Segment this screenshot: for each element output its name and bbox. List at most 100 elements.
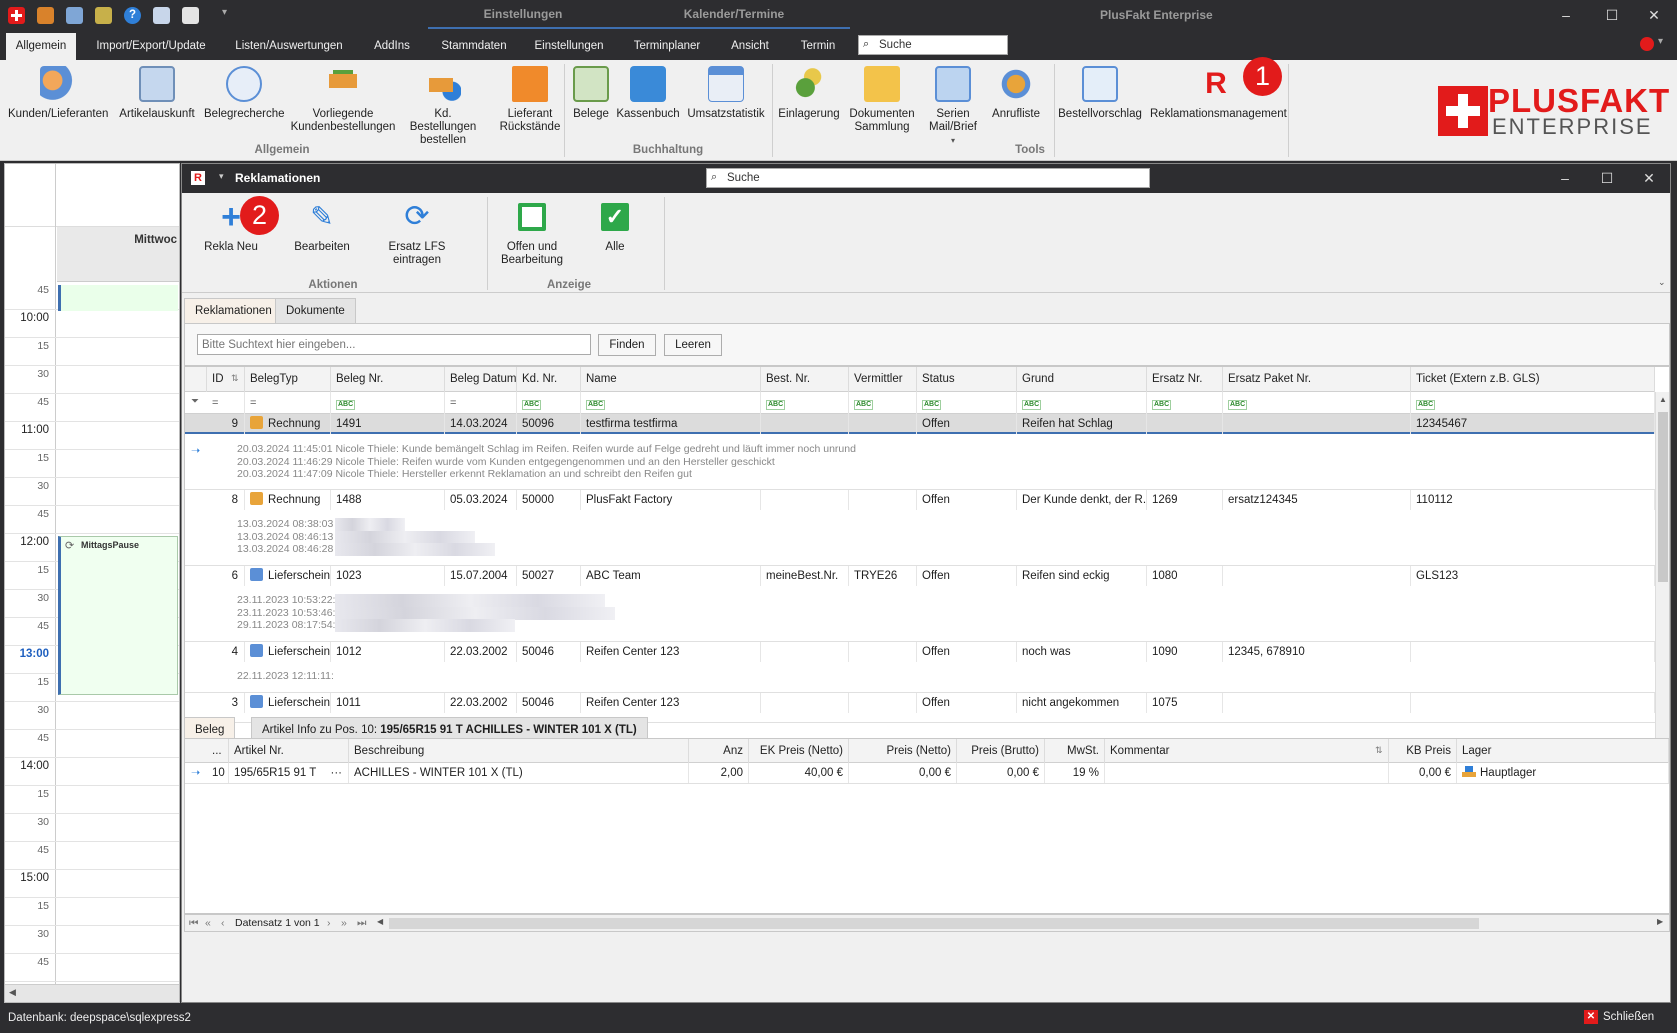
tab-listen[interactable]: Listen/Auswertungen: [226, 33, 352, 60]
filter-cell-ersatz[interactable]: ABC: [1147, 392, 1223, 414]
pos-column-header-mwst[interactable]: MwSt.: [1045, 739, 1105, 763]
positions-row[interactable]: ➝ 10 195/65R15 91 T ··· ACHILLES - WINTER 10…: [185, 763, 1669, 784]
cell-ersatz[interactable]: 1080: [1147, 566, 1223, 586]
sort-icon[interactable]: ⇅: [231, 373, 239, 384]
tab-termin[interactable]: Termin: [790, 33, 846, 60]
cell-grund[interactable]: nicht angekommen: [1017, 693, 1147, 713]
scroll-left-icon[interactable]: ◀: [9, 987, 16, 998]
pos-cell-artikel[interactable]: 195/65R15 91 T ···: [229, 763, 349, 783]
quick-chat-icon[interactable]: [95, 7, 112, 24]
calendar-slot[interactable]: 45: [5, 730, 179, 758]
column-header-best[interactable]: Best. Nr.: [761, 367, 849, 392]
pos-column-header-beschreibung[interactable]: Beschreibung: [349, 739, 689, 763]
calendar-slot[interactable]: 30: [5, 702, 179, 730]
cell-name[interactable]: PlusFakt Factory: [581, 490, 761, 510]
rekla-menu-dropdown-icon[interactable]: ▾: [219, 171, 224, 182]
cell-datum[interactable]: 15.07.2004: [445, 566, 517, 586]
row-main[interactable]: 9 Rechnung 1491 14.03.2024 50096 testfirma te…: [185, 414, 1655, 434]
column-header-id[interactable]: ID: [207, 367, 245, 392]
tab-allgemein[interactable]: Allgemein: [6, 33, 76, 60]
calendar-slot[interactable]: 45: [5, 394, 179, 422]
column-header-ticket[interactable]: Ticket (Extern z.B. GLS): [1411, 367, 1655, 392]
cell-id[interactable]: 4: [207, 642, 245, 662]
cell-ticket[interactable]: 110112: [1411, 490, 1655, 510]
pos-cell-anz[interactable]: 2,00: [689, 763, 749, 783]
filter-cell-kd[interactable]: ABC: [517, 392, 581, 414]
belege-button[interactable]: Belege: [570, 66, 612, 121]
filter-cell-typ[interactable]: =: [245, 392, 331, 414]
pos-column-header-pos[interactable]: ...: [207, 739, 229, 763]
tab-addins[interactable]: AddIns: [360, 33, 424, 60]
cell-kd[interactable]: 50027: [517, 566, 581, 586]
pos-cell-pos[interactable]: 10: [207, 763, 229, 783]
quick-calendar-icon[interactable]: [182, 7, 199, 24]
pos-column-header-ek[interactable]: EK Preis (Netto): [749, 739, 849, 763]
cell-status[interactable]: Offen: [917, 693, 1017, 713]
ribbon-search[interactable]: ⌕ Suche: [858, 35, 1008, 55]
cell-paket[interactable]: ersatz124345: [1223, 490, 1411, 510]
row-main[interactable]: 8 Rechnung 1488 05.03.2024 50000 PlusFakt Fac…: [185, 490, 1655, 510]
cell-nr[interactable]: 1488: [331, 490, 445, 510]
calendar-slot[interactable]: 45: [5, 954, 179, 982]
calendar-appointment[interactable]: ⟳ MittagsPause: [58, 536, 178, 695]
pos-cell-beschreibung[interactable]: ACHILLES - WINTER 101 X (TL): [349, 763, 689, 783]
pos-column-header-kommentar[interactable]: Kommentar: [1105, 739, 1389, 763]
cell-grund[interactable]: Der Kunde denkt, der R...: [1017, 490, 1147, 510]
calendar-hscrollbar[interactable]: ◀: [5, 984, 179, 1002]
cell-ticket[interactable]: GLS123: [1411, 566, 1655, 586]
filter-funnel-icon[interactable]: ⏷: [191, 396, 199, 407]
filter-cell-paket[interactable]: ABC: [1223, 392, 1411, 414]
pos-column-header-anz[interactable]: Anz: [689, 739, 749, 763]
filter-cell-status[interactable]: ABC: [917, 392, 1017, 414]
quick-flag-icon[interactable]: [153, 7, 170, 24]
pos-cell-mwst[interactable]: 19 %: [1045, 763, 1105, 783]
pos-cell-kb[interactable]: 0,00 €: [1389, 763, 1457, 783]
rekla-minimize-button[interactable]: –: [1542, 164, 1588, 193]
column-header-grund[interactable]: Grund: [1017, 367, 1147, 392]
calendar-slot[interactable]: 30: [5, 814, 179, 842]
rekla-maximize-button[interactable]: ☐: [1584, 164, 1630, 193]
subtab-reklamationen[interactable]: Reklamationen: [184, 298, 283, 323]
filter-cell-best[interactable]: ABC: [761, 392, 849, 414]
nav-next-icon[interactable]: ›: [327, 917, 331, 929]
pos-cell-kommentar[interactable]: [1105, 763, 1389, 783]
cell-id[interactable]: 3: [207, 693, 245, 713]
cell-kd[interactable]: 50096: [517, 414, 581, 434]
cell-status[interactable]: Offen: [917, 642, 1017, 662]
cell-ersatz[interactable]: [1147, 414, 1223, 434]
bestellvorschlag-button[interactable]: Bestellvorschlag: [1058, 66, 1142, 121]
nav-prev-icon[interactable]: ‹: [221, 917, 225, 929]
pos-column-header-brutto[interactable]: Preis (Brutto): [957, 739, 1045, 763]
quick-settings-icon[interactable]: [37, 7, 54, 24]
tab-ansicht[interactable]: Ansicht: [720, 33, 780, 60]
cell-typ[interactable]: Rechnung: [245, 490, 331, 510]
cell-typ[interactable]: Lieferschein: [245, 566, 331, 586]
calendar-slot[interactable]: 11:00: [5, 422, 179, 450]
calendar-slot[interactable]: 30: [5, 366, 179, 394]
cell-kd[interactable]: 50046: [517, 693, 581, 713]
close-button[interactable]: ✕: [1631, 0, 1677, 31]
quick-window-icon[interactable]: [66, 7, 83, 24]
nav-last-icon[interactable]: ⏭: [357, 917, 366, 930]
sort-icon[interactable]: ⇅: [1375, 745, 1383, 756]
context-tab-einstellungen[interactable]: Einstellungen: [428, 0, 618, 29]
cell-name[interactable]: Reifen Center 123: [581, 642, 761, 662]
cell-ticket[interactable]: [1411, 642, 1655, 662]
table-row[interactable]: 4 Lieferschein 1012 22.03.2002 50046 Reifen C…: [185, 642, 1655, 693]
cell-verm[interactable]: [849, 490, 917, 510]
schliessen-button[interactable]: Schließen: [1603, 1011, 1654, 1023]
row-main[interactable]: 4 Lieferschein 1012 22.03.2002 50046 Reifen C…: [185, 642, 1655, 662]
finden-button[interactable]: Finden: [598, 334, 656, 356]
cell-ticket[interactable]: [1411, 693, 1655, 713]
article-more-button[interactable]: ···: [331, 763, 343, 783]
filter-cell-ticket[interactable]: ABC: [1411, 392, 1655, 414]
column-header-ersatz[interactable]: Ersatz Nr.: [1147, 367, 1223, 392]
filter-cell-id[interactable]: =: [207, 392, 245, 414]
cell-status[interactable]: Offen: [917, 490, 1017, 510]
scroll-up-icon[interactable]: ▲: [1659, 395, 1667, 404]
minimize-button[interactable]: –: [1543, 0, 1589, 31]
tab-import-export[interactable]: Import/Export/Update: [86, 33, 216, 60]
pos-column-header-netto[interactable]: Preis (Netto): [849, 739, 957, 763]
help-icon[interactable]: ?: [124, 7, 141, 24]
pos-column-header-lager[interactable]: Lager: [1457, 739, 1669, 763]
